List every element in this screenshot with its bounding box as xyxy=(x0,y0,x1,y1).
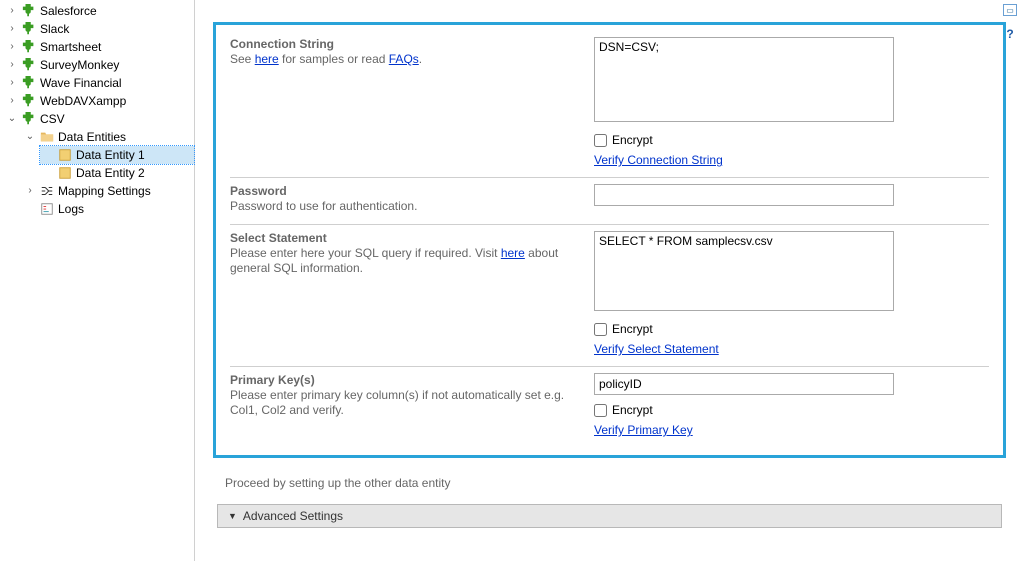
samples-link[interactable]: here xyxy=(255,52,279,66)
tree-item-data-entity-2[interactable]: Data Entity 2 xyxy=(40,164,194,182)
verify-select-link[interactable]: Verify Select Statement xyxy=(594,342,719,356)
section-connection-string: Connection String See here for samples o… xyxy=(230,31,989,178)
tree-item-label: Data Entity 1 xyxy=(76,146,145,164)
password-input[interactable] xyxy=(594,184,894,206)
select-statement-input[interactable]: SELECT * FROM samplecsv.csv xyxy=(594,231,894,311)
verify-connection-link[interactable]: Verify Connection String xyxy=(594,153,723,167)
advanced-settings-toggle[interactable]: ▼ Advanced Settings xyxy=(217,504,1002,528)
collapse-triangle-icon: ▼ xyxy=(228,511,237,521)
field-title: Primary Key(s) xyxy=(230,373,570,388)
section-select-statement: Select Statement Please enter here your … xyxy=(230,225,989,367)
chevron-right-icon: › xyxy=(6,20,18,38)
connection-string-input[interactable]: DSN=CSV; xyxy=(594,37,894,122)
field-title: Password xyxy=(230,184,570,199)
tree-item-wave-financial[interactable]: › Wave Financial xyxy=(4,74,194,92)
tree-item-data-entity-1[interactable]: Data Entity 1 xyxy=(40,146,194,164)
plugin-icon xyxy=(21,111,37,127)
tree-item-data-entities[interactable]: ⌄ Data Entities xyxy=(22,128,194,146)
tree-item-label: Smartsheet xyxy=(40,38,101,56)
tree-item-label: CSV xyxy=(40,110,65,128)
faqs-link[interactable]: FAQs xyxy=(389,52,419,66)
tree-item-label: SurveyMonkey xyxy=(40,56,119,74)
tree-item-webdavxampp[interactable]: › WebDAVXampp xyxy=(4,92,194,110)
tree-item-smartsheet[interactable]: › Smartsheet xyxy=(4,38,194,56)
chevron-down-icon: ⌄ xyxy=(6,110,18,128)
plugin-icon xyxy=(21,39,37,55)
field-desc: Password to use for authentication. xyxy=(230,199,570,214)
field-title: Select Statement xyxy=(230,231,570,246)
chevron-right-icon: › xyxy=(6,56,18,74)
tree-item-label: WebDAVXampp xyxy=(40,92,126,110)
tree-item-label: Data Entities xyxy=(58,128,126,146)
sql-info-link[interactable]: here xyxy=(501,246,525,260)
plugin-icon xyxy=(21,3,37,19)
chevron-right-icon: › xyxy=(6,74,18,92)
entity-icon xyxy=(57,147,73,163)
tree-item-label: Data Entity 2 xyxy=(76,164,145,182)
tree-item-label: Slack xyxy=(40,20,69,38)
encrypt-select-checkbox[interactable]: Encrypt xyxy=(594,322,989,336)
layout-icon[interactable]: ▭ xyxy=(1003,4,1017,16)
field-desc: Please enter here your SQL query if requ… xyxy=(230,246,570,276)
advanced-settings-label: Advanced Settings xyxy=(243,509,343,523)
tree-item-label: Mapping Settings xyxy=(58,182,151,200)
tree-item-mapping-settings[interactable]: › Mapping Settings xyxy=(22,182,194,200)
tree-item-slack[interactable]: › Slack xyxy=(4,20,194,38)
tree-item-csv[interactable]: ⌄ CSV xyxy=(4,110,194,128)
tree-item-surveymonkey[interactable]: › SurveyMonkey xyxy=(4,56,194,74)
proceed-hint: Proceed by setting up the other data ent… xyxy=(225,476,994,490)
encrypt-connection-checkbox[interactable]: Encrypt xyxy=(594,133,989,147)
tree-item-label: Salesforce xyxy=(40,2,97,20)
plugin-icon xyxy=(21,21,37,37)
plugin-icon xyxy=(21,93,37,109)
tree-item-label: Wave Financial xyxy=(40,74,122,92)
chevron-right-icon: › xyxy=(6,38,18,56)
verify-primary-link[interactable]: Verify Primary Key xyxy=(594,423,693,437)
entity-icon xyxy=(57,165,73,181)
primary-key-input[interactable] xyxy=(594,373,894,395)
chevron-right-icon: › xyxy=(6,2,18,20)
tree-item-label: Logs xyxy=(58,200,84,218)
field-title: Connection String xyxy=(230,37,570,52)
plugin-icon xyxy=(21,57,37,73)
folder-icon xyxy=(39,129,55,145)
chevron-right-icon: › xyxy=(24,182,36,200)
main-panel: ▭ ? Connection String See here for sampl… xyxy=(195,0,1024,561)
plugin-icon xyxy=(21,75,37,91)
logs-icon xyxy=(39,201,55,217)
tree-item-salesforce[interactable]: › Salesforce xyxy=(4,2,194,20)
chevron-right-icon: › xyxy=(6,92,18,110)
entity-settings-box: Connection String See here for samples o… xyxy=(213,22,1006,458)
field-desc: See here for samples or read FAQs. xyxy=(230,52,570,67)
mapping-icon xyxy=(39,183,55,199)
encrypt-primary-checkbox[interactable]: Encrypt xyxy=(594,403,989,417)
section-primary-key: Primary Key(s) Please enter primary key … xyxy=(230,367,989,447)
section-password: Password Password to use for authenticat… xyxy=(230,178,989,225)
nav-tree: › Salesforce › Slack › Smartsheet › Surv… xyxy=(0,0,195,561)
tree-item-logs[interactable]: Logs xyxy=(22,200,194,218)
help-icon[interactable]: ? xyxy=(1002,26,1018,42)
chevron-down-icon: ⌄ xyxy=(24,128,36,146)
field-desc: Please enter primary key column(s) if no… xyxy=(230,388,570,418)
